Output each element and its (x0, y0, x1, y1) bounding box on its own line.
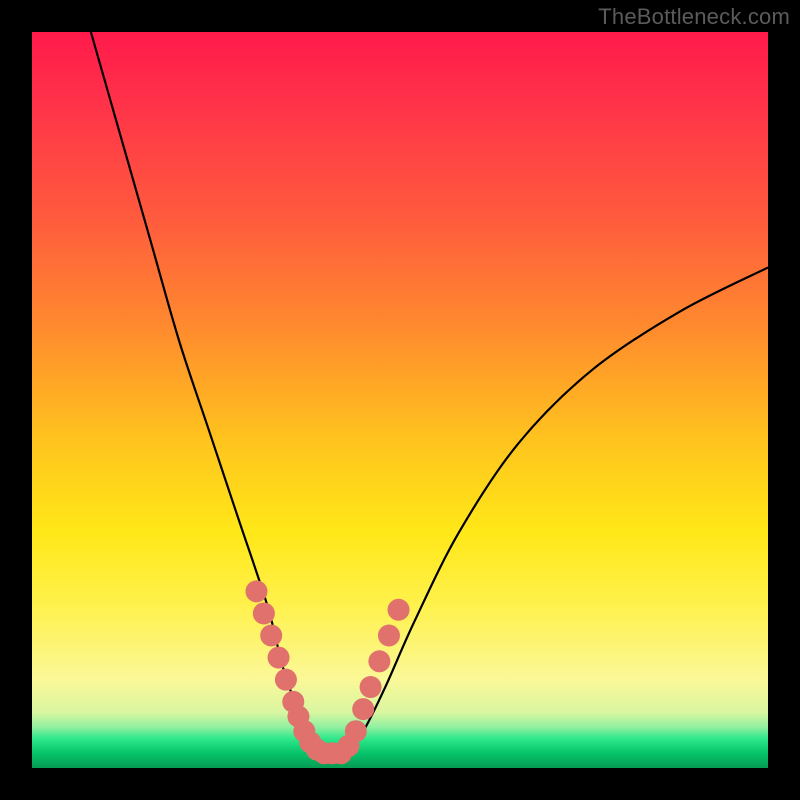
plot-area (32, 32, 768, 768)
curve-marker (360, 676, 382, 698)
curve-marker (245, 580, 267, 602)
curve-marker (260, 625, 282, 647)
chart-frame: TheBottleneck.com (0, 0, 800, 800)
watermark-text: TheBottleneck.com (598, 4, 790, 30)
curve-marker (268, 647, 290, 669)
curve-marker (368, 650, 390, 672)
bottleneck-curve (91, 32, 768, 754)
curve-marker (345, 720, 367, 742)
curve-marker (275, 669, 297, 691)
marker-group (245, 580, 409, 764)
curve-layer (32, 32, 768, 768)
curve-marker (352, 698, 374, 720)
curve-marker (378, 625, 400, 647)
curve-marker (388, 599, 410, 621)
curve-marker (253, 602, 275, 624)
